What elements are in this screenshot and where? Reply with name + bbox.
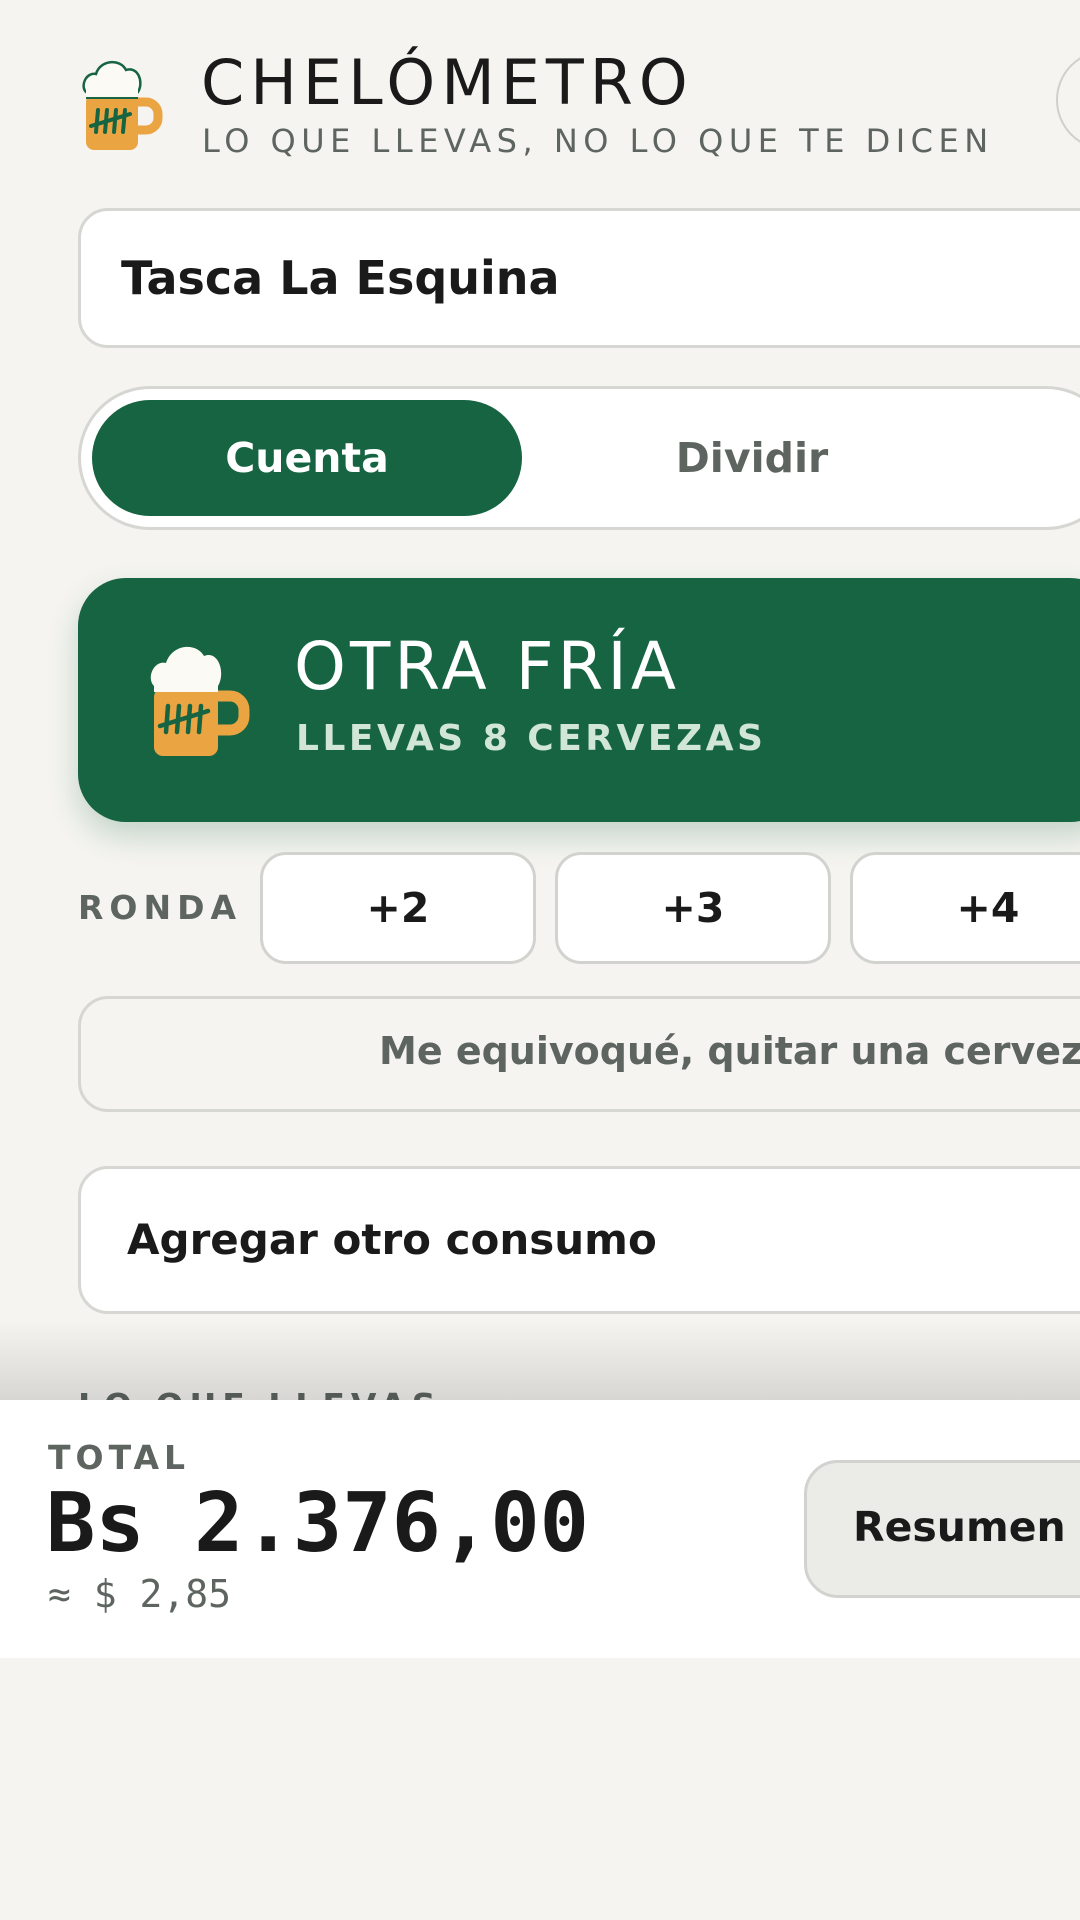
beer-count-text: LLEVAS 8 CERVEZAS: [296, 718, 767, 759]
tab-cuenta[interactable]: Cuenta: [92, 400, 522, 516]
beer-mug-icon: [82, 61, 163, 150]
add-other-item-label: Agregar otro consumo: [127, 1215, 657, 1264]
mode-tabs: Cuenta Dividir: [78, 386, 1080, 530]
ronda-plus-4-button[interactable]: +4: [850, 852, 1080, 964]
app-header: CHELÓMETRO LO QUE LLEVAS, NO LO QUE TE D…: [80, 44, 1080, 174]
ronda-plus-3-button[interactable]: +3: [555, 852, 831, 964]
add-beer-title: OTRA FRÍA: [294, 628, 681, 705]
add-beer-button[interactable]: OTRA FRÍA LLEVAS 8 CERVEZAS: [78, 578, 1080, 822]
total-bar: TOTAL Bs 2.376,00 ≈ $ 2,85 Resumen: [0, 1400, 1080, 1658]
total-label: TOTAL: [48, 1438, 191, 1477]
remove-beer-button[interactable]: Me equivoqué, quitar una cervez: [78, 996, 1080, 1112]
summary-button-label: Resumen: [853, 1503, 1066, 1551]
ronda-plus-2-button[interactable]: +2: [260, 852, 536, 964]
beer-mug-icon: [150, 646, 250, 756]
add-other-item-button[interactable]: Agregar otro consumo: [78, 1166, 1080, 1314]
app-title: CHELÓMETRO: [201, 46, 694, 119]
app-screen: CHELÓMETRO LO QUE LLEVAS, NO LO QUE TE D…: [0, 0, 1080, 1920]
remove-beer-label: Me equivoqué, quitar una cervez: [379, 1029, 1080, 1073]
summary-button[interactable]: Resumen: [804, 1460, 1080, 1598]
venue-name-input[interactable]: [78, 208, 1080, 348]
header-round-button[interactable]: [1056, 50, 1080, 150]
ronda-label: RONDA: [78, 888, 243, 927]
total-usd-equivalent: ≈ $ 2,85: [48, 1572, 232, 1616]
app-subtitle: LO QUE LLEVAS, NO LO QUE TE DICEN: [202, 122, 994, 160]
total-amount: Bs 2.376,00: [46, 1476, 590, 1571]
tab-dividir[interactable]: Dividir: [537, 400, 967, 516]
